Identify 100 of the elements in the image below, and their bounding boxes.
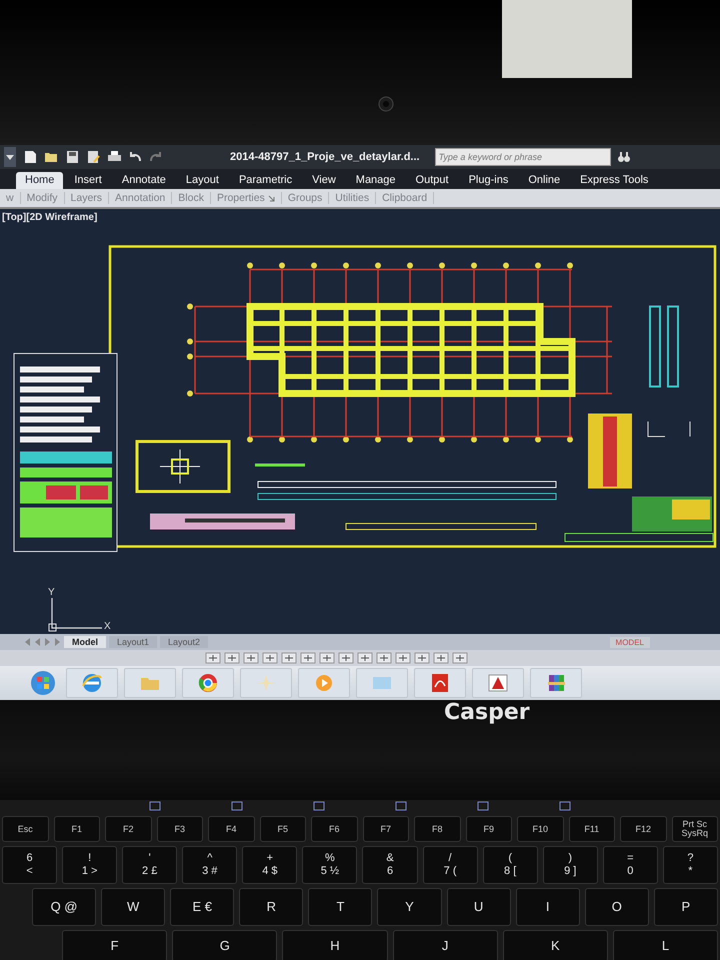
keyboard-key[interactable]: F9 [466,816,512,842]
keyboard-key[interactable]: W [101,888,166,926]
document-icon [429,672,451,694]
toggle-icon[interactable] [376,652,392,664]
sheet-tab[interactable]: Layout1 [109,636,158,648]
keyboard-key[interactable]: 6 < [2,846,58,884]
keyboard-key[interactable]: F6 [311,816,358,842]
keyboard-key[interactable]: F11 [568,816,615,842]
keyboard-key[interactable]: F5 [260,816,306,842]
brand-logo: Casper [444,700,530,727]
toggle-icon[interactable] [205,652,221,664]
taskbar-button[interactable] [66,668,118,698]
keyboard-key[interactable]: / 7 ( [422,846,478,884]
keyboard-key[interactable]: J [392,930,498,960]
toggle-icon[interactable] [338,652,354,664]
binoculars-icon[interactable] [618,151,630,163]
sheet-tab[interactable]: Model [64,636,106,648]
keyboard-key[interactable]: G [172,930,278,960]
windows-orb-icon [30,670,56,696]
toggle-icon[interactable] [319,652,335,664]
toggle-icon[interactable] [262,652,278,664]
keyboard-key[interactable]: T [308,888,372,926]
keyboard-key[interactable]: E € [170,888,234,926]
ribbon-tab[interactable]: Manage [346,172,405,189]
save-as-icon[interactable] [86,150,100,164]
printer-icon[interactable] [107,150,121,164]
keyboard-key[interactable]: L [612,930,718,960]
keyboard-key[interactable]: ' 2 £ [122,846,178,884]
undo-icon[interactable] [128,150,142,164]
keyboard-key[interactable]: Q @ [32,888,96,926]
ucs-axes-icon [48,598,104,632]
keyboard-key[interactable]: H [282,930,388,960]
globe-icon [81,672,103,694]
ribbon-tab[interactable]: Parametric [230,172,302,189]
toggle-icon[interactable] [243,652,259,664]
keyboard-key[interactable]: Prt Sc SysRq [672,816,718,842]
toggle-icon[interactable] [395,652,411,664]
redo-icon[interactable] [149,150,163,164]
keyboard-key[interactable]: F1 [54,816,100,842]
taskbar-button[interactable] [414,668,466,698]
ribbon-tab[interactable]: Layout [176,172,228,189]
open-folder-icon[interactable] [44,150,58,164]
keyboard-key[interactable]: I [516,888,580,926]
ribbon-tab[interactable]: Insert [65,172,111,189]
axis-label: Y [48,587,56,598]
keyboard-key[interactable]: F8 [414,816,460,842]
keyboard-key[interactable]: F10 [517,816,564,842]
sheet-tab[interactable]: Layout2 [160,636,208,648]
keyboard-key[interactable]: ( 8 [ [482,846,538,884]
keyboard-key[interactable]: F [62,930,168,960]
ribbon-tab[interactable]: Express Tools [571,172,658,189]
taskbar-button[interactable] [182,668,234,698]
keyboard-key[interactable]: ? * [662,846,718,884]
keyboard-key[interactable]: + 4 $ [242,846,298,884]
search-field[interactable]: Type a keyword or phrase [434,148,611,166]
taskbar-button[interactable] [530,668,582,698]
taskbar-button[interactable] [472,668,524,698]
keyboard-key[interactable]: & 6 [362,846,418,884]
axis-label: X [104,621,111,632]
keyboard-key[interactable]: P [654,888,718,926]
keyboard-key[interactable]: Y [377,888,442,926]
play-icon [313,672,335,694]
keyboard-key[interactable]: Esc [2,816,48,842]
toggle-icon[interactable] [357,652,373,664]
caret-icon [6,154,14,160]
new-file-icon[interactable] [23,150,37,164]
webcam-icon [378,96,394,112]
toggle-icon[interactable] [300,652,316,664]
launcher-arrow-icon[interactable] [268,194,275,202]
keyboard-key[interactable]: F3 [156,816,203,842]
ribbon-tab[interactable]: Plug-ins [460,172,518,189]
keyboard-key[interactable]: K [502,930,608,960]
globe-icon [197,672,219,694]
viewport-label[interactable]: [Top][2D Wireframe] [0,209,720,226]
keyboard-key[interactable]: ! 1 > [62,846,118,884]
keyboard-key[interactable]: F4 [208,816,254,842]
toggle-icon[interactable] [224,652,240,664]
toggle-icon[interactable] [433,652,449,664]
save-icon[interactable] [65,150,79,164]
keyboard-key[interactable]: % 5 ½ [302,846,358,884]
ribbon-tab[interactable]: Home [16,172,64,189]
keyboard-key[interactable]: R [239,888,304,926]
toggle-icon[interactable] [281,652,297,664]
letter-a-logo-icon [487,672,509,694]
ribbon-tab[interactable]: Online [519,172,570,189]
application-menu-button[interactable] [4,147,16,167]
keyboard-key[interactable]: = 0 [602,846,658,884]
window-title: 2014-48797_1_Proje_ve_detaylar.d... [230,151,420,163]
keyboard-key[interactable]: F12 [620,816,666,842]
keyboard-key[interactable]: F2 [105,816,152,842]
keyboard-key[interactable]: ) 9 ] [542,846,598,884]
toggle-icon[interactable] [414,652,430,664]
ribbon-tab[interactable]: View [303,172,345,189]
toggle-icon[interactable] [452,652,468,664]
keyboard-key[interactable]: O [584,888,649,926]
keyboard-key[interactable]: U [446,888,511,926]
ribbon-tab[interactable]: Annotate [112,172,175,189]
keyboard-key[interactable]: ^ 3 # [182,846,238,884]
ribbon-tab[interactable]: Output [406,172,458,189]
keyboard-key[interactable]: F7 [362,816,409,842]
